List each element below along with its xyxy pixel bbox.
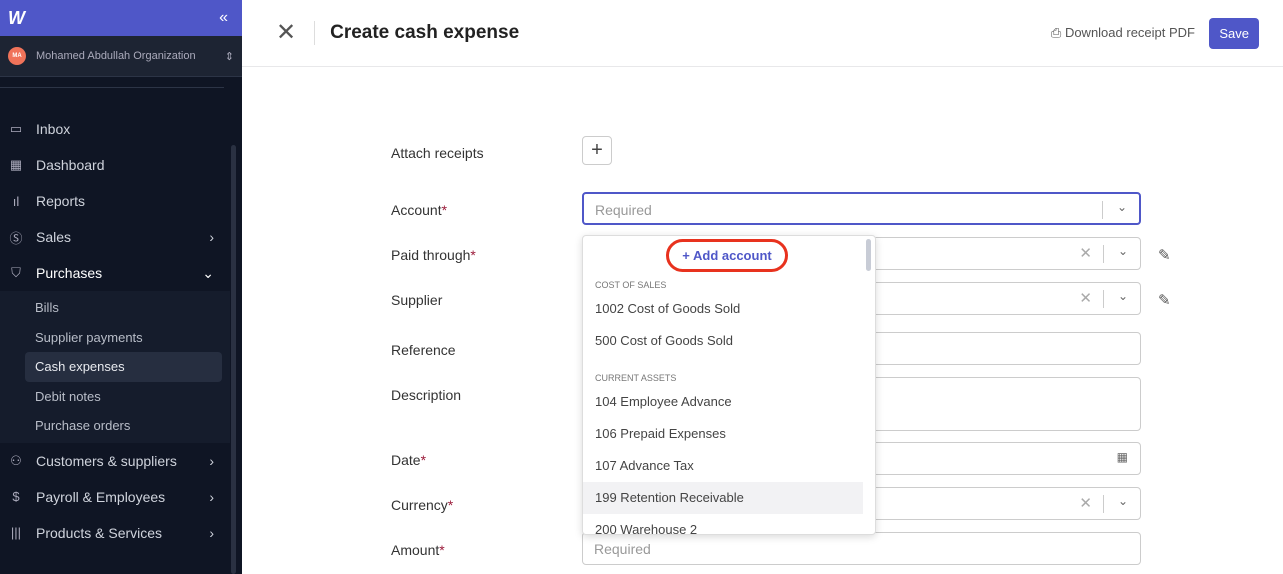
sidebar: W « MA Mohamed Abdullah Organization ⇕ ▭…: [0, 0, 242, 574]
sidebar-item-sales[interactable]: Ⓢ Sales ›: [0, 219, 242, 255]
add-account-button[interactable]: + Add account: [666, 239, 788, 272]
save-button[interactable]: Save: [1209, 17, 1259, 49]
collapse-sidebar-icon[interactable]: «: [219, 9, 228, 27]
sidebar-subitem-supplier-payments[interactable]: Supplier payments: [0, 323, 222, 353]
close-icon[interactable]: ✕: [276, 21, 316, 45]
reference-label: Reference: [391, 342, 456, 358]
clear-icon[interactable]: ✕: [1079, 494, 1092, 512]
chevron-down-icon[interactable]: ⌄: [1118, 289, 1128, 303]
sidebar-subitem-debit-notes[interactable]: Debit notes: [0, 382, 222, 412]
sidebar-item-purchases[interactable]: ⛉ Purchases ⌄: [0, 255, 242, 291]
account-option[interactable]: 1002 Cost of Goods Sold: [583, 293, 863, 325]
payroll-icon: $: [12, 489, 20, 504]
chevron-right-icon: ›: [209, 452, 214, 469]
chevron-right-icon: ›: [209, 524, 214, 541]
chevron-down-icon[interactable]: ⌄: [1117, 200, 1127, 214]
edit-icon[interactable]: ✎: [1158, 291, 1171, 309]
account-option[interactable]: 200 Warehouse 2: [583, 514, 863, 534]
chevron-down-icon: ⌄: [202, 264, 214, 281]
currency-label: Currency*: [391, 497, 454, 513]
sidebar-item-customers-suppliers[interactable]: ⚇ Customers & suppliers ›: [0, 443, 242, 479]
sidebar-header: W «: [0, 0, 242, 36]
group-header: CURRENT ASSETS: [595, 373, 677, 383]
attach-label: Attach receipts: [391, 145, 484, 161]
amount-label: Amount*: [391, 542, 445, 558]
edit-icon[interactable]: ✎: [1158, 246, 1171, 264]
paid-through-label: Paid through*: [391, 247, 476, 263]
org-switcher[interactable]: MA Mohamed Abdullah Organization ⇕: [0, 36, 242, 77]
bag-icon: ⛉: [11, 265, 21, 280]
account-select[interactable]: Required ⌄: [582, 192, 1141, 225]
bar-chart-icon: ıl: [12, 193, 20, 209]
supplier-label: Supplier: [391, 292, 443, 308]
chevron-updown-icon: ⇕: [224, 50, 234, 63]
sidebar-item-reports[interactable]: ıl Reports: [0, 183, 242, 219]
account-label: Account*: [391, 202, 448, 218]
date-label: Date*: [391, 452, 427, 468]
page-title: Create cash expense: [330, 22, 520, 43]
group-header: COST OF SALES: [595, 280, 667, 290]
avatar: MA: [8, 47, 26, 65]
clear-icon[interactable]: ✕: [1079, 244, 1092, 262]
chevron-right-icon: ›: [209, 229, 214, 245]
description-label: Description: [391, 387, 462, 403]
inbox-icon: ▭: [9, 121, 23, 136]
account-option[interactable]: 199 Retention Receivable: [583, 482, 863, 514]
dashboard-icon: ▦: [9, 157, 23, 172]
chevron-down-icon[interactable]: ⌄: [1118, 494, 1128, 508]
logo: W: [8, 7, 25, 28]
sidebar-item-products[interactable]: ||| Products & Services ›: [0, 515, 242, 551]
org-name: Mohamed Abdullah Organization: [36, 50, 196, 62]
sidebar-item-dashboard[interactable]: ▦ Dashboard: [0, 147, 242, 183]
calendar-icon[interactable]: ▦: [1117, 450, 1128, 464]
sidebar-subitem-bills[interactable]: Bills: [0, 293, 222, 323]
amount-input[interactable]: Required: [582, 532, 1141, 565]
attach-receipt-button[interactable]: +: [582, 136, 612, 165]
sidebar-scrollbar[interactable]: [231, 145, 236, 574]
download-receipt-button[interactable]: ⎙ Download receipt PDF: [1051, 25, 1195, 41]
dropdown-scrollbar[interactable]: [866, 239, 871, 271]
sidebar-item-inbox[interactable]: ▭ Inbox: [0, 111, 242, 147]
chevron-right-icon: ›: [209, 488, 214, 505]
barcode-icon: |||: [10, 525, 22, 540]
account-option[interactable]: 106 Prepaid Expenses: [583, 418, 863, 450]
account-option[interactable]: 104 Employee Advance: [583, 386, 863, 418]
printer-icon: ⎙: [1050, 25, 1065, 40]
page-header: ✕ Create cash expense ⎙ Download receipt…: [242, 0, 1283, 67]
account-dropdown: + Add account COST OF SALES 1002 Cost of…: [582, 235, 876, 535]
users-icon: ⚇: [10, 452, 22, 468]
account-option[interactable]: 107 Advance Tax: [583, 450, 863, 482]
chevron-down-icon[interactable]: ⌄: [1118, 244, 1128, 258]
clear-icon[interactable]: ✕: [1079, 289, 1092, 307]
dollar-icon: Ⓢ: [9, 230, 23, 246]
sidebar-subitem-cash-expenses[interactable]: Cash expenses: [25, 352, 222, 382]
sidebar-subitem-purchase-orders[interactable]: Purchase orders: [0, 411, 222, 441]
account-option[interactable]: 500 Cost of Goods Sold: [583, 325, 863, 357]
sidebar-item-payroll[interactable]: $ Payroll & Employees ›: [0, 479, 242, 515]
